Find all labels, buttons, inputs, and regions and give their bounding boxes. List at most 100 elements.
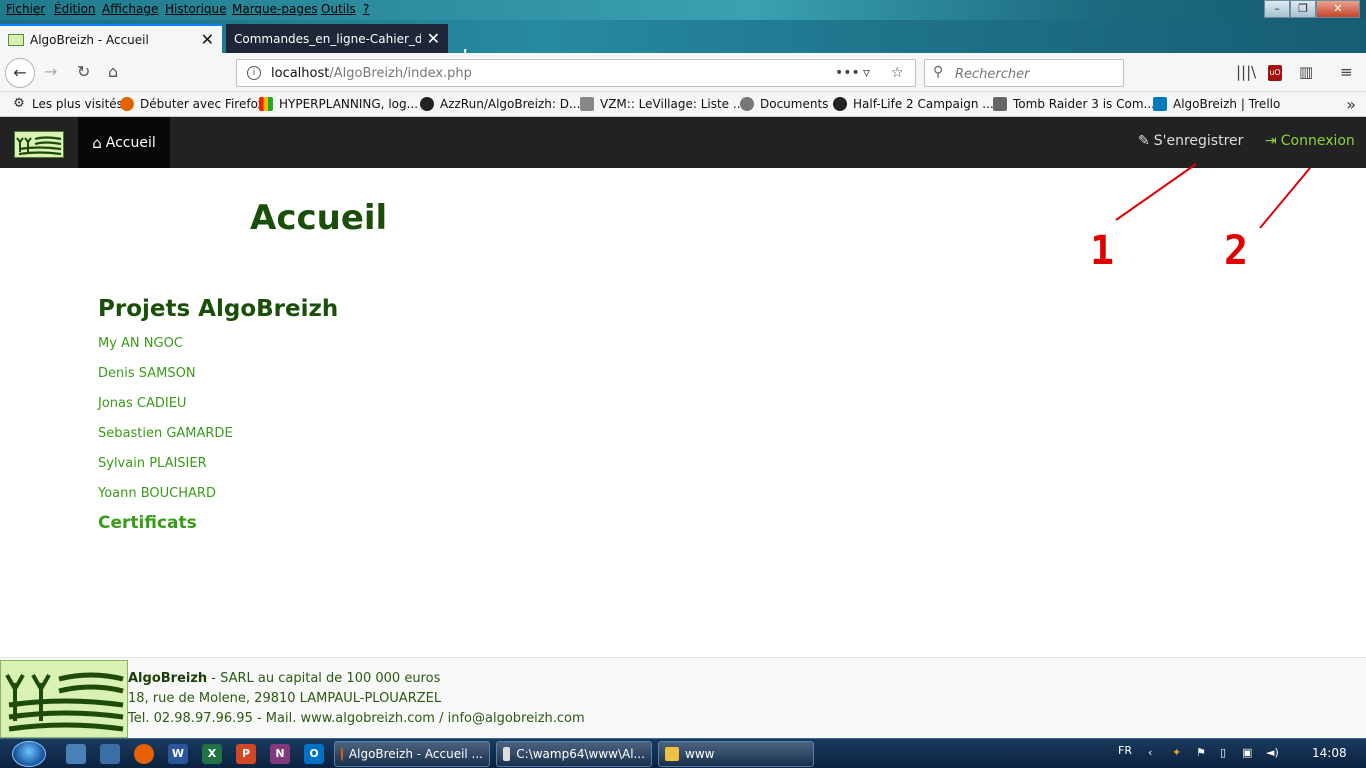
page-actions-icon[interactable]: ••• — [835, 65, 860, 81]
restore-icon[interactable]: ❐ — [1290, 0, 1316, 18]
algobreizh-favicon-icon — [8, 33, 24, 46]
taskbar-task-wamp[interactable]: C:\wamp64\www\Al... — [496, 741, 652, 767]
menu-outils[interactable]: Outils — [321, 2, 356, 16]
outlook-icon[interactable]: O — [304, 744, 324, 764]
certificats-link[interactable]: Certificats — [98, 513, 197, 533]
menu-marque-pages[interactable]: Marque-pages — [232, 2, 318, 16]
url-bar[interactable]: i localhost/AlgoBreizh/index.php ••• ▿ ☆ — [236, 59, 916, 87]
close-tab-icon[interactable]: ✕ — [427, 29, 440, 48]
taskbar: W X P N O AlgoBreizh - Accueil ... C:\wa… — [0, 738, 1366, 768]
network-icon[interactable]: ▣ — [1242, 746, 1252, 759]
bookmarks-overflow-icon[interactable]: » — [1346, 95, 1356, 114]
tab-commandes[interactable]: Commandes_en_ligne-Cahier_des_ ✕ — [226, 24, 448, 53]
project-link[interactable]: My AN NGOC — [98, 336, 183, 351]
nav-register[interactable]: ✎ S'enregistrer — [1138, 133, 1243, 149]
project-link[interactable]: Jonas CADIEU — [98, 396, 186, 411]
project-link[interactable]: Denis SAMSON — [98, 366, 196, 381]
nav-login[interactable]: ⇥ Connexion — [1265, 133, 1355, 149]
search-icon: ⚲ — [933, 64, 944, 80]
sidebar-icon[interactable]: ▥ — [1299, 63, 1313, 81]
annotation-arrow-2 — [1259, 167, 1311, 229]
search-bar[interactable]: ⚲ — [924, 59, 1124, 87]
search-input[interactable] — [955, 64, 1115, 84]
excel-icon[interactable]: X — [202, 744, 222, 764]
sign-in-icon: ⇥ — [1265, 133, 1277, 149]
github-icon — [833, 97, 847, 111]
show-desktop-icon[interactable] — [66, 744, 86, 764]
tab-algobreizh-accueil[interactable]: AlgoBreizh - Accueil ✕ — [0, 24, 222, 53]
tray-expand-icon[interactable]: ‹ — [1148, 746, 1152, 759]
tombraider-icon — [993, 97, 1007, 111]
minimize-icon[interactable]: – — [1264, 0, 1290, 18]
project-link[interactable]: Yoann BOUCHARD — [98, 486, 216, 501]
project-link[interactable]: Sylvain PLAISIER — [98, 456, 207, 471]
bookmark-item[interactable]: Tomb Raider 3 is Com... — [993, 97, 1155, 111]
pencil-icon: ✎ — [1138, 133, 1150, 149]
folder-icon — [665, 747, 679, 761]
volume-icon[interactable]: ◄) — [1266, 746, 1279, 759]
project-link[interactable]: Sebastien GAMARDE — [98, 426, 233, 441]
bookmark-item[interactable]: Documents — [740, 97, 828, 111]
close-tab-icon[interactable]: ✕ — [201, 30, 214, 49]
menu-edition[interactable]: Édition — [54, 2, 96, 16]
bookmark-item[interactable]: AzzRun/AlgoBreizh: D... — [420, 97, 580, 111]
bookmark-item[interactable]: AlgoBreizh | Trello — [1153, 97, 1280, 111]
home-icon: ⌂ — [92, 133, 102, 152]
powerpoint-icon[interactable]: P — [236, 744, 256, 764]
library-icon[interactable]: |||\ — [1236, 63, 1256, 81]
bookmark-item[interactable]: Half-Life 2 Campaign ... — [833, 97, 994, 111]
bookmark-item[interactable]: ⚙ Les plus visités — [12, 97, 123, 112]
tab-strip: AlgoBreizh - Accueil ✕ Commandes_en_lign… — [0, 20, 1366, 69]
explorer-icon[interactable] — [100, 744, 120, 764]
footer-company: AlgoBreizh - SARL au capital de 100 000 … — [128, 671, 441, 686]
menu-fichier[interactable]: Fichier — [6, 2, 45, 16]
taskbar-task-firefox[interactable]: AlgoBreizh - Accueil ... — [334, 741, 490, 767]
back-icon[interactable]: ← — [5, 58, 35, 88]
language-indicator[interactable]: FR — [1118, 744, 1132, 757]
info-icon[interactable]: i — [247, 66, 261, 80]
bookmark-star-icon[interactable]: ☆ — [891, 65, 904, 81]
github-icon — [420, 97, 434, 111]
clock[interactable]: 14:08 — [1312, 746, 1347, 760]
tray-app-icon[interactable]: ✦ — [1172, 746, 1181, 759]
notepad-icon — [503, 747, 511, 761]
action-center-icon[interactable]: ⚑ — [1196, 746, 1206, 759]
bookmarks-toolbar: ⚙ Les plus visités Débuter avec Firefox H… — [0, 92, 1366, 117]
pocket-icon[interactable]: ▿ — [863, 65, 870, 81]
ublock-icon[interactable]: uO — [1268, 65, 1282, 81]
taskbar-task-www[interactable]: www — [658, 741, 814, 767]
menu-affichage[interactable]: Affichage — [102, 2, 158, 16]
menu-historique[interactable]: Historique — [165, 2, 227, 16]
annotation-arrows — [1115, 163, 1311, 229]
firefox-icon — [341, 747, 343, 761]
bookmark-item[interactable]: Débuter avec Firefox — [120, 97, 265, 111]
nav-home[interactable]: ⌂ Accueil — [78, 117, 170, 168]
close-window-icon[interactable]: ✕ — [1316, 0, 1360, 18]
bookmark-item[interactable]: HYPERPLANNING, log... — [259, 97, 418, 111]
window-controls: – ❐ ✕ — [1264, 0, 1360, 18]
tab-title: Commandes_en_ligne-Cahier_des_ — [234, 31, 421, 46]
home-icon[interactable]: ⌂ — [108, 62, 118, 81]
reload-icon[interactable]: ↻ — [77, 62, 90, 81]
footer-contact: Tel. 02.98.97.96.95 - Mail. www.algobrei… — [128, 711, 585, 726]
trello-icon — [1153, 97, 1167, 111]
globe-icon — [740, 97, 754, 111]
start-button[interactable] — [12, 741, 46, 767]
firefox-icon — [120, 97, 134, 111]
word-icon[interactable]: W — [168, 744, 188, 764]
battery-icon[interactable]: ▯ — [1220, 746, 1226, 759]
url-text[interactable]: localhost/AlgoBreizh/index.php — [271, 66, 472, 81]
annotation-arrow-1 — [1115, 163, 1197, 221]
nav-register-label: S'enregistrer — [1153, 133, 1244, 149]
firefox-icon[interactable] — [134, 744, 154, 764]
hyperplanning-icon — [259, 97, 273, 111]
site-logo[interactable] — [14, 131, 64, 158]
projects-heading: Projets AlgoBreizh — [98, 296, 339, 322]
onenote-icon[interactable]: N — [270, 744, 290, 764]
annotation-2: 2 — [1224, 228, 1249, 274]
nav-home-label: Accueil — [105, 134, 156, 151]
forward-icon[interactable]: → — [44, 62, 57, 81]
menu-help[interactable]: ? — [363, 2, 369, 16]
bookmark-item[interactable]: VZM:: LeVillage: Liste ... — [580, 97, 744, 111]
hamburger-menu-icon[interactable]: ≡ — [1340, 63, 1353, 81]
